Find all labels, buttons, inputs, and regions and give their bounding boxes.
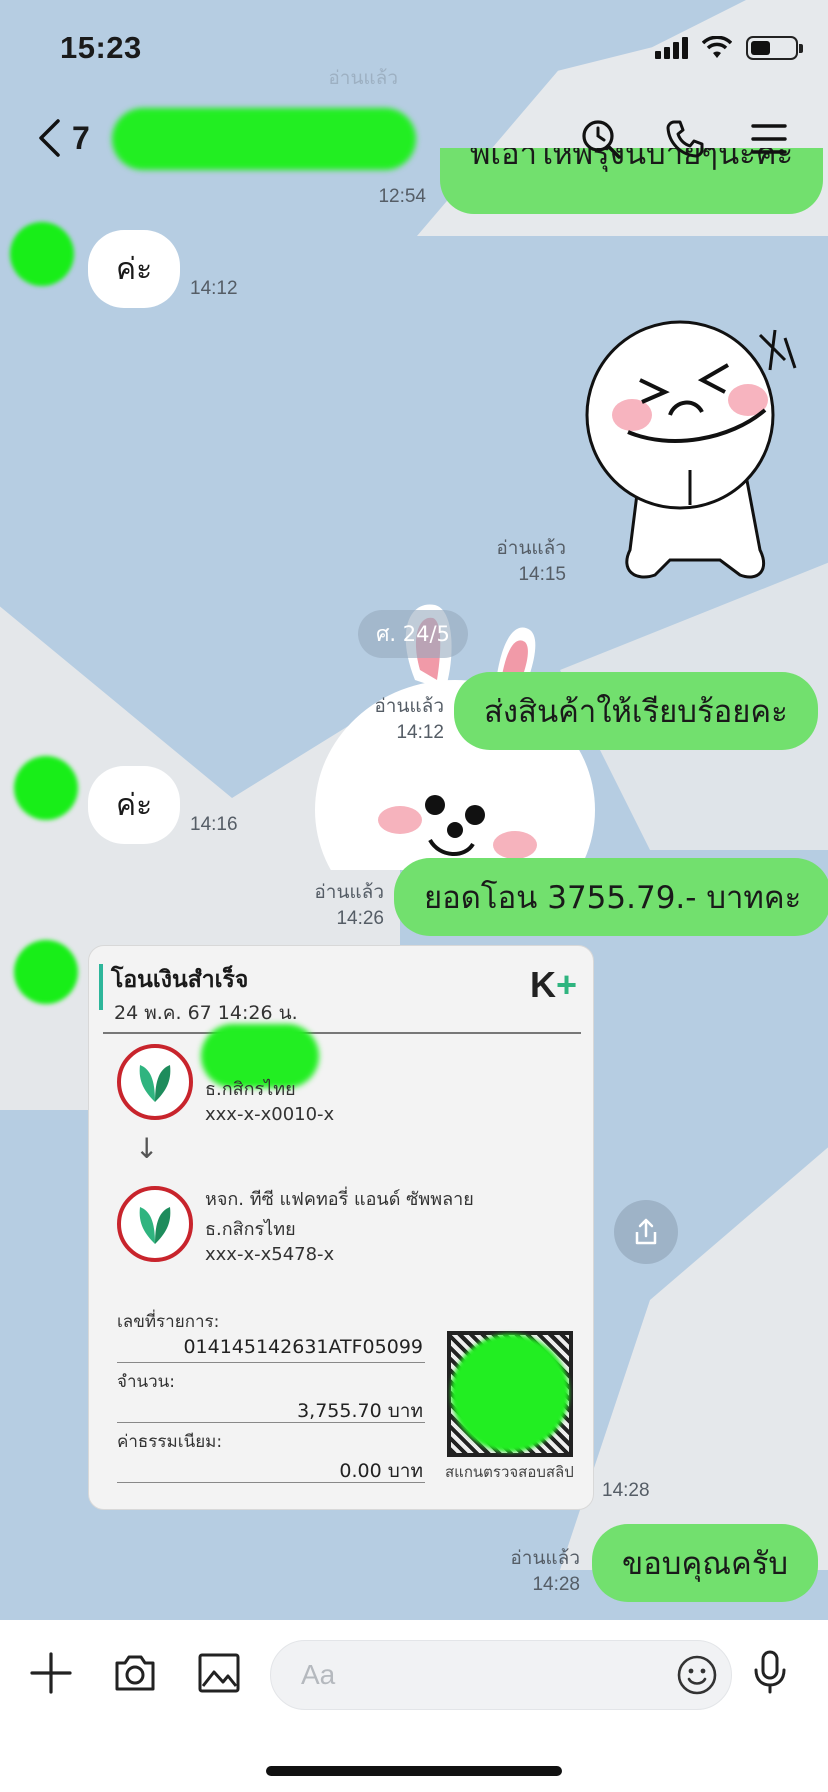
message-time: 14:28 <box>602 1480 650 1501</box>
brand-letter: K <box>529 964 556 1005</box>
phone-icon <box>666 120 704 158</box>
ref-value: 014145142631ATF05099 <box>183 1336 423 1358</box>
emoji-button[interactable] <box>676 1654 718 1700</box>
read-receipt-time: อ่านแล้ว 14:28 <box>494 1546 580 1598</box>
image-icon <box>198 1653 240 1693</box>
chat-title-redacted <box>112 108 416 170</box>
share-button[interactable] <box>614 1200 678 1264</box>
search-button[interactable] <box>578 116 624 162</box>
message-text: ขอบคุณครับ <box>622 1546 789 1582</box>
chat-header: 7 <box>0 100 828 180</box>
qr-redacted <box>451 1334 569 1452</box>
add-button[interactable] <box>28 1650 74 1696</box>
message-time: 14:28 <box>532 1574 580 1595</box>
message-text: ค่ะ <box>116 251 153 287</box>
contact-avatar[interactable] <box>10 222 74 286</box>
status-time: 15:23 <box>60 30 142 65</box>
message-text: ค่ะ <box>116 787 153 823</box>
incoming-message[interactable]: ค่ะ <box>88 766 181 844</box>
wifi-icon <box>702 36 732 58</box>
kplus-logo: K+ <box>530 964 577 1006</box>
outgoing-message[interactable]: ส่งสินค้าให้เรียบร้อยคะ <box>454 672 818 750</box>
read-receipt-time: อ่านแล้ว 14:15 <box>480 536 566 588</box>
message-time: 14:12 <box>190 278 238 299</box>
smiley-icon <box>677 1655 717 1695</box>
read-receipt: อ่านแล้ว <box>510 1548 580 1569</box>
chevron-left-icon <box>39 119 60 157</box>
message-time: 12:54 <box>378 186 426 207</box>
message-input[interactable]: Aa <box>270 1640 732 1710</box>
read-receipt: อ่านแล้ว <box>374 696 444 717</box>
read-receipt-time: อ่านแล้ว 14:26 <box>298 880 384 932</box>
qr-caption: สแกนตรวจสอบสลิป <box>445 1463 574 1481</box>
contact-avatar[interactable] <box>14 940 78 1004</box>
amount-label: จำนวน: <box>117 1372 176 1392</box>
from-account: xxx-x-x0010-x <box>205 1104 335 1125</box>
sticker-laughing-face[interactable] <box>580 320 810 590</box>
to-name: หจก. ทีซี แฟคทอรี่ แอนด์ ซัพพลาย <box>205 1189 474 1210</box>
read-receipt-time: อ่านแล้ว 14:12 <box>360 694 444 746</box>
unread-count: 7 <box>72 119 90 156</box>
hamburger-menu-icon <box>751 124 787 154</box>
gallery-button[interactable] <box>196 1650 242 1696</box>
to-account: xxx-x-x5478-x <box>205 1244 335 1265</box>
kbank-logo-icon <box>117 1186 193 1262</box>
message-time: 14:12 <box>396 722 444 743</box>
outgoing-message[interactable]: ยอดโอน 3755.79.- บาทคะ <box>394 858 828 936</box>
back-button[interactable]: 7 <box>36 118 90 158</box>
message-time: 14:15 <box>518 564 566 585</box>
voice-button[interactable] <box>752 1650 788 1698</box>
read-receipt: อ่านแล้ว <box>496 538 566 559</box>
message-time: 14:16 <box>190 814 238 835</box>
read-receipt: อ่านแล้ว <box>314 882 384 903</box>
fee-label: ค่าธรรมเนียม: <box>117 1432 223 1452</box>
slip-title: โอนเงินสำเร็จ <box>111 967 249 993</box>
cellular-signal-icon <box>655 37 688 59</box>
message-text: ยอดโอน 3755.79.- บาทคะ <box>424 880 802 916</box>
to-bank: ธ.กสิกรไทย <box>205 1219 296 1240</box>
home-indicator[interactable] <box>266 1766 562 1776</box>
transfer-slip-image[interactable]: โอนเงินสำเร็จ 24 พ.ค. 67 14:26 น. K+ ธ.ก… <box>88 945 594 1510</box>
message-time: 14:26 <box>336 908 384 929</box>
camera-button[interactable] <box>112 1650 158 1696</box>
battery-icon <box>746 36 803 60</box>
brand-plus: + <box>555 964 577 1005</box>
microphone-icon <box>754 1650 786 1694</box>
read-receipt: อ่านแล้ว <box>328 68 398 89</box>
date-separator: ศ. 24/5 <box>358 610 468 658</box>
outgoing-message[interactable]: ขอบคุณครับ <box>592 1524 819 1602</box>
plus-icon <box>30 1652 72 1694</box>
kbank-logo-icon <box>117 1044 193 1120</box>
menu-button[interactable] <box>746 116 792 162</box>
search-history-icon <box>582 120 621 159</box>
arrow-down-icon: ↓ <box>135 1132 159 1165</box>
call-button[interactable] <box>662 116 708 162</box>
ref-label: เลขที่รายการ: <box>117 1312 220 1332</box>
laughing-face-sticker-icon <box>585 320 797 579</box>
share-icon <box>635 1218 657 1245</box>
message-text: ส่งสินค้าให้เรียบร้อยคะ <box>484 694 788 730</box>
contact-avatar[interactable] <box>14 756 78 820</box>
incoming-message[interactable]: ค่ะ <box>88 230 181 308</box>
status-bar: 15:23 <box>0 0 828 96</box>
from-bank: ธ.กสิกรไทย <box>205 1079 296 1100</box>
camera-icon <box>115 1655 155 1691</box>
